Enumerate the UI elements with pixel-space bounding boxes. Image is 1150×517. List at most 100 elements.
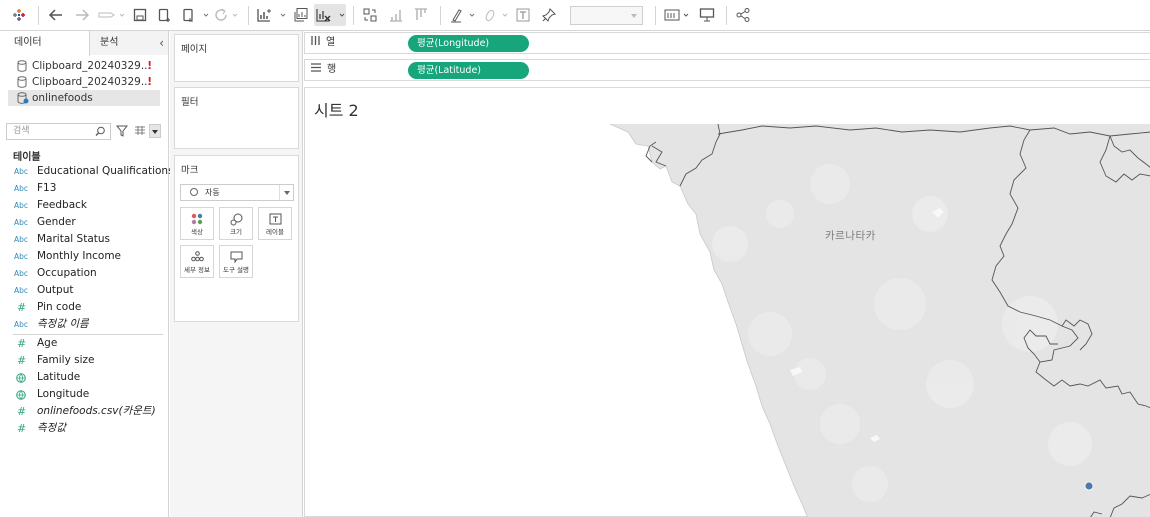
show-cards-icon[interactable] xyxy=(662,4,692,26)
color-button[interactable]: 색상 xyxy=(180,207,214,240)
sheet-title[interactable]: 시트 2 xyxy=(314,97,359,121)
field-measure-names[interactable]: Abc 측정값 이름 xyxy=(14,316,164,333)
new-datasource-icon[interactable] xyxy=(155,4,175,26)
replay-icon[interactable] xyxy=(97,4,125,26)
duplicate-sheet-icon[interactable] xyxy=(290,4,312,26)
number-type-icon: # xyxy=(17,422,27,435)
circle-mark-icon xyxy=(190,188,198,196)
tooltip-icon xyxy=(230,251,243,263)
search-input[interactable]: 검색 xyxy=(6,123,111,140)
highlight-icon[interactable] xyxy=(448,4,478,26)
field-onlinefoods-count[interactable]: # onlinefoods.csv(카운트) xyxy=(14,403,164,420)
size-icon xyxy=(230,213,243,226)
string-type-icon: Abc xyxy=(14,252,29,261)
field-educational-qualifications[interactable]: Abc Educational Qualifications xyxy=(14,163,174,180)
data-pane: 분석 데이터 ‹ Clipboard_20240329... ! Clipboa… xyxy=(0,31,174,517)
tooltip-button[interactable]: 도구 설명 xyxy=(219,245,253,278)
pause-updates-icon[interactable] xyxy=(180,4,210,26)
field-gender[interactable]: Abc Gender xyxy=(14,214,164,231)
columns-shelf[interactable]: 열 평균(Longitude) xyxy=(304,32,1150,54)
field-feedback[interactable]: Abc Feedback xyxy=(14,197,164,214)
number-type-icon: # xyxy=(17,354,27,367)
view-options-dropdown[interactable] xyxy=(149,124,161,138)
refresh-icon[interactable] xyxy=(212,4,240,26)
globe-icon xyxy=(16,390,26,400)
detail-icon xyxy=(191,251,204,262)
filters-card[interactable]: 필터 xyxy=(174,87,299,149)
clear-sheet-icon[interactable] xyxy=(314,4,346,26)
string-type-icon: Abc xyxy=(14,201,29,210)
redo-icon[interactable] xyxy=(71,4,93,26)
fix-axes-icon[interactable] xyxy=(539,4,559,26)
field-marital-status[interactable]: Abc Marital Status xyxy=(14,231,164,248)
field-occupation[interactable]: Abc Occupation xyxy=(14,265,164,282)
datasource-item-selected[interactable]: onlinefoods xyxy=(8,90,160,106)
datasource-item[interactable]: Clipboard_20240329... ! xyxy=(8,58,160,74)
tab-data[interactable]: 데이터 xyxy=(0,31,90,56)
string-type-icon: Abc xyxy=(14,320,29,329)
longitude-pill[interactable]: 평균(Longitude) xyxy=(408,35,529,52)
collapse-pane-icon[interactable]: ‹ xyxy=(159,36,164,50)
latitude-pill[interactable]: 평균(Latitude) xyxy=(408,62,529,79)
field-monthly-income[interactable]: Abc Monthly Income xyxy=(14,248,164,265)
field-f13[interactable]: Abc F13 xyxy=(14,180,164,197)
search-icon xyxy=(95,126,105,136)
string-type-icon: Abc xyxy=(14,235,29,244)
label-button[interactable]: 레이블 xyxy=(258,207,292,240)
database-connected-icon xyxy=(17,92,29,104)
field-measure-values[interactable]: # 측정값 xyxy=(14,420,164,437)
database-icon xyxy=(17,76,27,88)
share-icon[interactable] xyxy=(732,4,754,26)
tableau-workspace: 분석 데이터 ‹ Clipboard_20240329... ! Clipboa… xyxy=(0,0,1150,517)
tableau-logo-icon[interactable] xyxy=(8,4,30,26)
worksheet-view: 시트 2 카르나타카 xyxy=(304,87,1150,517)
detail-button[interactable]: 세부 정보 xyxy=(180,245,214,278)
data-pane-tabs: 분석 데이터 ‹ xyxy=(0,31,168,56)
size-button[interactable]: 크기 xyxy=(219,207,253,240)
field-longitude[interactable]: Longitude xyxy=(14,386,164,403)
undo-icon[interactable] xyxy=(45,4,67,26)
field-latitude[interactable]: Latitude xyxy=(14,369,164,386)
text-label-icon xyxy=(269,213,282,225)
columns-shelf-label: 열 xyxy=(311,33,335,53)
data-point-mark xyxy=(1084,481,1094,491)
fit-dropdown[interactable] xyxy=(570,6,643,25)
sort-ascending-icon[interactable] xyxy=(386,4,406,26)
columns-icon xyxy=(311,36,320,45)
mark-type-dropdown[interactable]: 자동 xyxy=(180,184,294,201)
group-members-icon[interactable] xyxy=(481,4,511,26)
map-region-label: 카르나타카 xyxy=(825,230,876,242)
rows-shelf[interactable]: 행 평균(Latitude) xyxy=(304,59,1150,81)
field-pin-code[interactable]: # Pin code xyxy=(14,299,164,316)
rows-shelf-label: 행 xyxy=(311,60,336,80)
field-output[interactable]: Abc Output xyxy=(14,282,164,299)
filters-card-title: 필터 xyxy=(181,97,199,108)
datasource-name: onlinefoods xyxy=(32,92,93,104)
marks-card: 마크 자동 색상 크기 레이블 세부 정보 도구 설명 xyxy=(174,155,299,322)
field-family-size[interactable]: # Family size xyxy=(14,352,164,369)
filter-icon[interactable] xyxy=(116,125,128,137)
number-type-icon: # xyxy=(17,337,27,350)
field-age[interactable]: # Age xyxy=(14,335,164,352)
show-mark-labels-icon[interactable] xyxy=(513,4,533,26)
save-icon[interactable] xyxy=(130,4,150,26)
tab-analysis[interactable]: 분석 xyxy=(90,31,168,55)
new-worksheet-icon[interactable] xyxy=(255,4,287,26)
number-type-icon: # xyxy=(17,405,27,418)
sort-descending-icon[interactable] xyxy=(411,4,431,26)
map-svg: 카르나타카 xyxy=(609,123,1150,517)
string-type-icon: Abc xyxy=(14,286,29,295)
view-list-icon[interactable] xyxy=(134,125,146,137)
pages-card[interactable]: 페이지 xyxy=(174,34,299,82)
swap-rows-columns-icon[interactable] xyxy=(360,4,380,26)
string-type-icon: Abc xyxy=(14,269,29,278)
color-icon xyxy=(191,213,203,225)
warning-icon: ! xyxy=(147,76,152,88)
database-icon xyxy=(17,60,27,72)
datasource-item[interactable]: Clipboard_20240329... ! xyxy=(8,74,160,90)
map-region-label-text: 카르나타카 xyxy=(825,230,876,242)
string-type-icon: Abc xyxy=(14,218,29,227)
presentation-mode-icon[interactable] xyxy=(696,4,718,26)
toolbar xyxy=(0,0,1150,31)
map-canvas[interactable]: 카르나타카 xyxy=(310,123,1150,517)
